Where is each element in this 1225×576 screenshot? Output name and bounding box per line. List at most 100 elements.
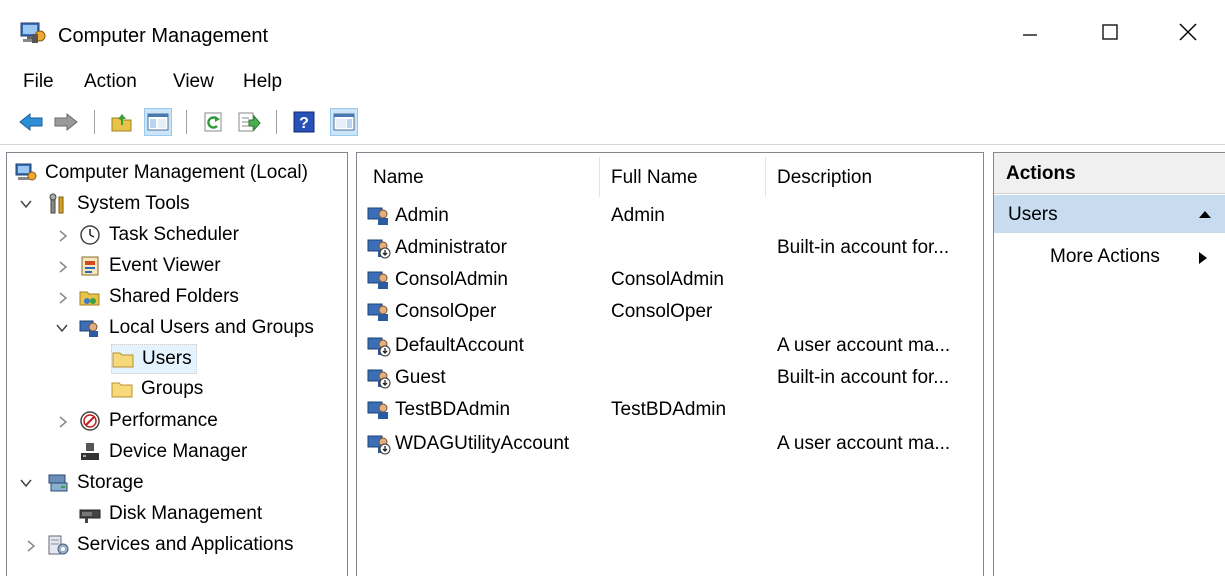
user-icon [367,303,388,321]
up-one-level-button[interactable] [108,108,136,136]
refresh-button[interactable] [200,108,228,136]
cell-name: Admin [395,205,449,226]
refresh-icon [204,112,222,132]
tree-label-root: Computer Management (Local) [45,162,308,183]
tree-item-users[interactable]: Users [111,344,197,374]
column-header-full-name[interactable]: Full Name [611,167,698,189]
actions-section-users[interactable]: Users [994,195,1225,233]
tree-label-services-apps: Services and Applications [77,534,294,555]
minimize-icon [1023,34,1037,36]
table-row[interactable]: ConsolOper ConsolOper [367,297,977,327]
column-separator[interactable] [599,157,600,197]
tree-item-device-manager[interactable]: Device Manager [79,438,247,466]
storage-icon [48,474,68,492]
chevron-down-icon[interactable] [19,197,33,211]
tree-item-groups[interactable]: Groups [111,375,203,403]
actions-header: Actions [994,153,1225,194]
window-title: Computer Management [58,25,269,47]
action-pane-icon [333,113,355,131]
table-row[interactable]: ConsolAdmin ConsolAdmin [367,265,977,295]
user-icon [367,401,388,419]
more-actions-label: More Actions [1050,246,1160,267]
tree-item-root[interactable]: Computer Management (Local) [15,159,308,187]
actions-pane: Actions Users More Actions [993,152,1225,576]
tree-label-task-scheduler: Task Scheduler [109,224,239,245]
cell-description: Built-in account for... [777,367,950,388]
column-header-name[interactable]: Name [373,167,424,189]
folder-icon [111,382,133,398]
collapse-up-icon [1199,211,1211,218]
cell-full-name: ConsolOper [611,301,713,322]
table-row[interactable]: DefaultAccount A user account ma... [367,331,977,361]
table-row[interactable]: WDAGUtilityAccount A user account ma... [367,429,977,459]
chevron-right-icon[interactable] [57,415,69,429]
disabled-user-icon [367,435,391,455]
tree-label-disk-management: Disk Management [109,503,263,524]
export-list-icon [238,112,261,132]
disabled-user-icon [367,337,391,357]
menu-action[interactable]: Action [84,71,137,93]
minimize-button[interactable] [1000,10,1060,54]
tree-item-disk-management[interactable]: Disk Management [79,500,262,528]
chevron-down-icon[interactable] [55,321,69,335]
table-row[interactable]: TestBDAdmin TestBDAdmin [367,395,977,425]
disk-management-icon [79,509,101,523]
submenu-arrow-icon [1199,252,1207,264]
chevron-right-icon[interactable] [57,229,69,243]
tree-item-event-viewer[interactable]: Event Viewer [79,252,221,280]
cell-full-name: ConsolAdmin [611,269,724,290]
column-header-description[interactable]: Description [777,167,872,189]
disabled-user-icon [367,369,391,389]
shared-folder-icon [79,291,100,306]
back-button[interactable] [17,108,45,136]
cell-description: A user account ma... [777,433,951,454]
actions-section-label: Users [1008,204,1058,225]
maximize-button[interactable] [1080,10,1140,54]
forward-button[interactable] [52,108,80,136]
title-bar: Computer Management [0,0,1225,64]
tree-label-users: Users [142,348,192,369]
show-hide-action-pane-button[interactable] [330,108,358,136]
chevron-right-icon[interactable] [57,291,69,305]
tree-label-groups: Groups [141,378,204,399]
tree-label-local-users-groups: Local Users and Groups [109,317,314,338]
cell-name: WDAGUtilityAccount [395,433,570,454]
menu-help[interactable]: Help [243,71,282,93]
computer-management-icon [15,163,37,181]
chevron-down-icon[interactable] [19,476,33,490]
cell-description: Built-in account for... [777,237,950,258]
column-separator[interactable] [765,157,766,197]
table-row[interactable]: Admin Admin [367,201,977,231]
menu-view[interactable]: View [173,71,214,93]
tree-item-local-users-groups[interactable]: Local Users and Groups [79,314,314,342]
tree-item-services-apps[interactable]: Services and Applications [47,531,294,559]
tree-item-performance[interactable]: Performance [79,407,218,435]
table-row[interactable]: Administrator Built-in account for... [367,233,977,263]
forward-arrow-icon [54,112,78,132]
services-apps-icon [48,535,69,555]
tree-item-storage[interactable]: Storage [47,469,144,497]
tree-item-system-tools[interactable]: System Tools [47,190,190,218]
tree-item-task-scheduler[interactable]: Task Scheduler [79,221,239,249]
table-row[interactable]: Guest Built-in account for... [367,363,977,393]
export-list-button[interactable] [235,108,263,136]
show-hide-tree-button[interactable] [144,108,172,136]
svg-text:?: ? [299,115,309,132]
help-button[interactable]: ? [290,108,318,136]
close-button[interactable] [1158,10,1218,54]
cell-name: DefaultAccount [395,335,524,356]
folder-icon [112,352,134,368]
cell-name: Administrator [395,237,507,258]
menu-file[interactable]: File [23,71,54,93]
toolbar: ? [0,100,1225,145]
tree-item-shared-folders[interactable]: Shared Folders [79,283,239,311]
users-group-icon [79,320,98,337]
chevron-right-icon[interactable] [25,539,37,553]
chevron-right-icon[interactable] [57,260,69,274]
cell-name: ConsolOper [395,301,497,322]
more-actions-item[interactable]: More Actions [994,241,1225,275]
console-tree-icon [147,113,169,131]
tree-label-event-viewer: Event Viewer [109,255,221,276]
system-tools-icon [49,193,64,214]
cell-description: A user account ma... [777,335,951,356]
